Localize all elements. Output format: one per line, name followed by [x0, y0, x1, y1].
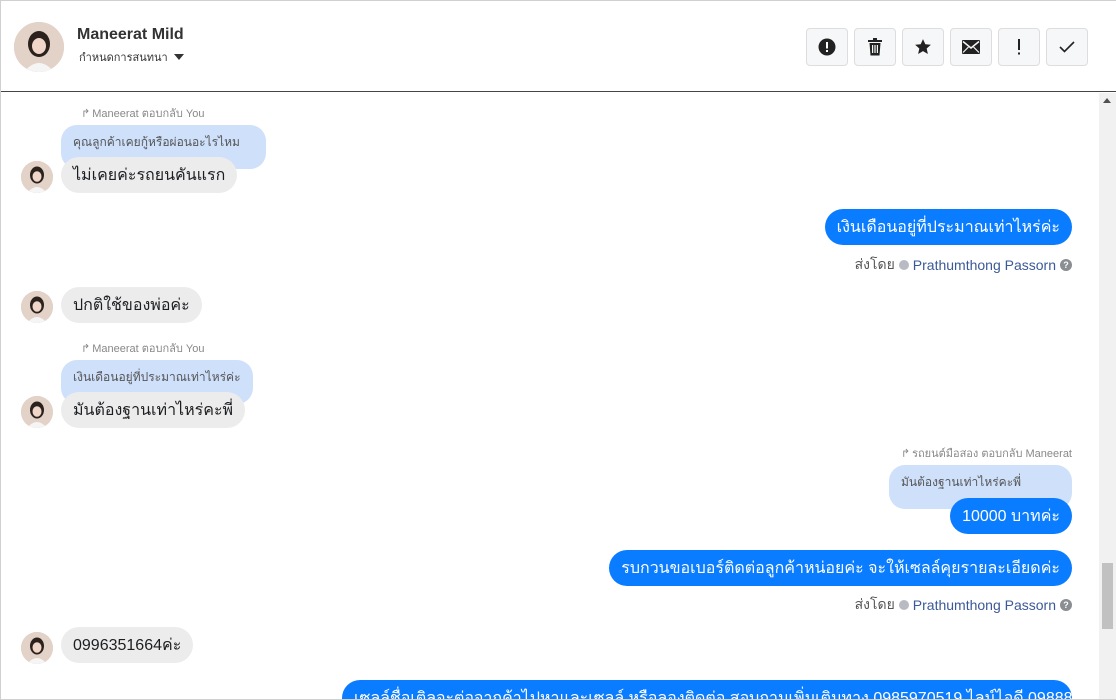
reply-arrow-icon: ↱	[81, 107, 91, 120]
exclamation-icon	[1018, 39, 1020, 55]
scroll-up-arrow-icon[interactable]	[1103, 98, 1111, 103]
mark-done-button[interactable]	[1046, 28, 1088, 66]
alert-circle-icon	[818, 38, 836, 56]
assign-conversation-dropdown[interactable]: กำหนดการสนทนา	[79, 48, 184, 66]
star-button[interactable]	[902, 28, 944, 66]
mark-important-button[interactable]	[998, 28, 1040, 66]
caret-down-icon	[173, 54, 184, 60]
help-icon[interactable]: ?	[1060, 599, 1072, 611]
message-thread[interactable]: ↱ Maneerat ตอบกลับ You คุณลูกค้าเคยกู้หรื…	[1, 93, 1116, 699]
message-bubble-outgoing: เงินเดือนอยู่ที่ประมาณเท่าไหร่ค่ะ	[824, 209, 1072, 245]
message-bubble-outgoing: 10000 บาทค่ะ	[950, 498, 1072, 534]
message-bubble-incoming: ปกติใช้ของพ่อค่ะ	[61, 287, 202, 323]
avatar	[21, 161, 53, 193]
conversation-window: Maneerat Mild กำหนดการสนทนา ↱ Maneerat ต…	[0, 0, 1116, 700]
help-icon[interactable]: ?	[1060, 259, 1072, 271]
agent-name[interactable]: Prathumthong Passorn	[913, 597, 1056, 613]
verified-icon	[898, 600, 909, 610]
message-bubble-incoming: มันต้องฐานเท่าไหร่คะพี่	[61, 392, 246, 428]
reply-arrow-icon: ↱	[900, 447, 911, 460]
reply-indicator: ↱ Maneerat ตอบกลับ You	[81, 342, 205, 356]
assign-label: กำหนดการสนทนา	[79, 52, 168, 64]
message-bubble-incoming: 0996351664ค่ะ	[61, 627, 194, 663]
message-bubble-outgoing: เซลล์ชื่อเติลจะต่อจากค้าไปหาและเซลล์ หรื…	[342, 680, 1072, 699]
agent-name[interactable]: Prathumthong Passorn	[913, 257, 1056, 273]
message-bubble-outgoing: รบกวนขอเบอร์ติดต่อลูกค้าหน่อยค่ะ จะให้เซ…	[609, 550, 1072, 586]
reply-arrow-icon: ↱	[81, 342, 91, 355]
verified-icon	[898, 260, 909, 270]
envelope-icon	[962, 40, 980, 54]
avatar	[21, 632, 53, 664]
delete-button[interactable]	[854, 28, 896, 66]
avatar[interactable]	[14, 22, 64, 72]
conversation-header: Maneerat Mild กำหนดการสนทนา	[1, 1, 1116, 92]
reply-indicator: ↱ Maneerat ตอบกลับ You	[81, 107, 205, 121]
action-toolbar	[806, 28, 1088, 66]
sent-by-line: ส่งโดย Prathumthong Passorn ?	[855, 254, 1072, 276]
star-icon	[915, 39, 931, 54]
reply-indicator: ↱ รถยนต์มือสอง ตอบกลับ Maneerat	[900, 447, 1072, 461]
sent-by-line: ส่งโดย Prathumthong Passorn ?	[855, 594, 1072, 616]
message-bubble-incoming: ไม่เคยค่ะรถยนคันแรก	[61, 157, 238, 193]
mark-unread-button[interactable]	[950, 28, 992, 66]
check-icon	[1059, 41, 1075, 53]
mark-spam-button[interactable]	[806, 28, 848, 66]
avatar	[21, 396, 53, 428]
contact-name: Maneerat Mild	[77, 26, 184, 43]
trash-icon	[868, 38, 882, 56]
scrollbar[interactable]	[1099, 93, 1116, 699]
avatar	[21, 291, 53, 323]
scrollbar-thumb[interactable]	[1102, 563, 1113, 629]
